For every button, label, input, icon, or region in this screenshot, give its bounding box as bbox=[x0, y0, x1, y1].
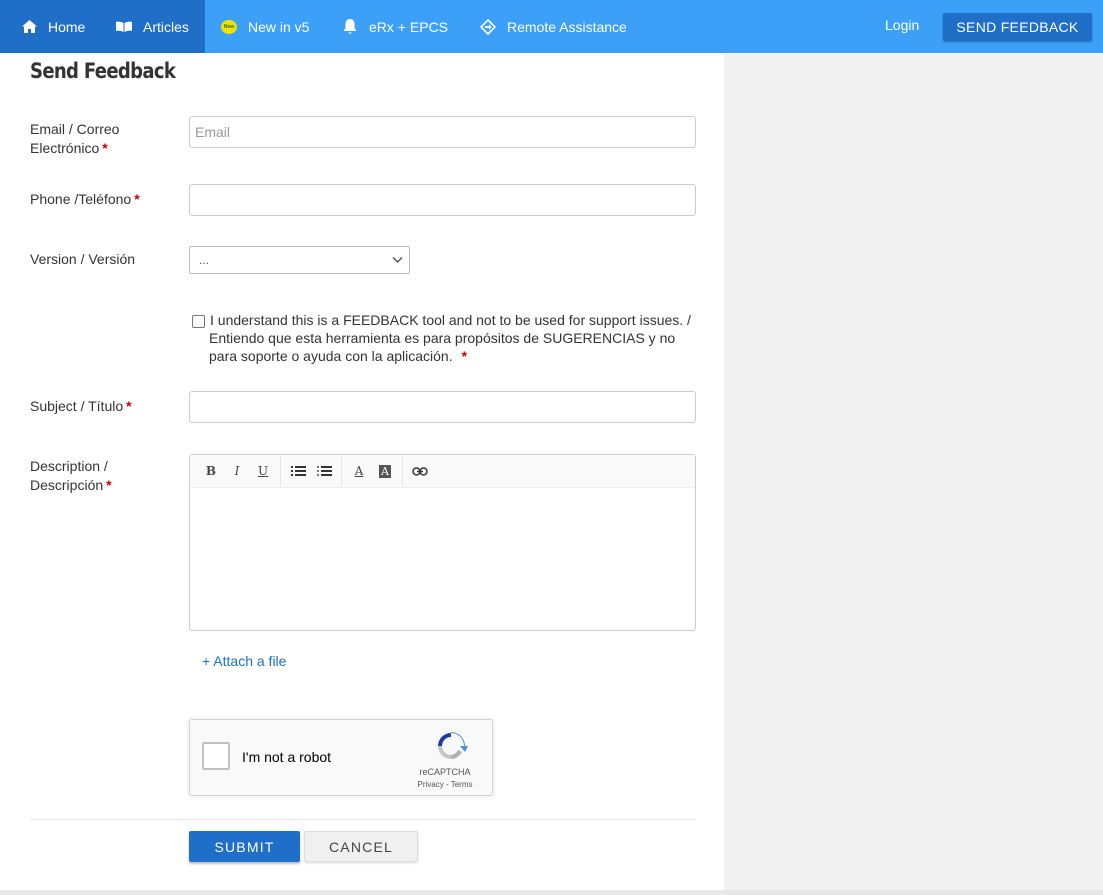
email-field[interactable] bbox=[189, 116, 696, 148]
new-badge-icon: New bbox=[220, 18, 238, 36]
required-mark: * bbox=[102, 140, 108, 156]
required-mark: * bbox=[134, 191, 140, 207]
italic-button[interactable]: I bbox=[224, 460, 250, 482]
version-select[interactable]: ... bbox=[189, 246, 410, 274]
description-label-line1: Description / bbox=[30, 458, 108, 474]
nav-articles-label: Articles bbox=[143, 18, 189, 35]
form-divider bbox=[30, 819, 696, 820]
ack-line2: Entiendo que esta herramienta es para pr… bbox=[209, 330, 676, 346]
page-bottom-border bbox=[0, 890, 1103, 895]
description-editor: B I U A A bbox=[189, 454, 696, 631]
login-link[interactable]: Login bbox=[885, 17, 919, 33]
email-label-line2: Electrónico bbox=[30, 140, 100, 156]
phone-field[interactable] bbox=[189, 184, 696, 216]
home-icon bbox=[20, 18, 38, 36]
chevron-down-icon bbox=[392, 254, 403, 268]
recaptcha-privacy-terms-links[interactable]: Privacy - Terms bbox=[410, 780, 480, 789]
diamond-arrow-icon bbox=[479, 18, 497, 36]
phone-label: Phone /Teléfono * bbox=[30, 190, 140, 209]
version-selected-value: ... bbox=[199, 253, 210, 267]
recaptcha-widget: I'm not a robot reCAPTCHA Privacy - Term… bbox=[189, 719, 493, 796]
toolbar-divider bbox=[280, 456, 281, 486]
background-color-button[interactable]: A bbox=[372, 460, 398, 482]
required-mark: * bbox=[461, 348, 468, 364]
subject-field[interactable] bbox=[189, 391, 696, 423]
description-label: Description / Descripción * bbox=[30, 457, 112, 495]
link-icon bbox=[412, 466, 428, 476]
required-mark: * bbox=[126, 398, 132, 414]
submit-button[interactable]: SUBMIT bbox=[189, 831, 300, 862]
email-label: Email / Correo Electrónico * bbox=[30, 120, 119, 158]
page-title: Send Feedback bbox=[30, 59, 176, 83]
email-label-line1: Email / Correo bbox=[30, 121, 120, 137]
ack-line3: para soporte o ayuda con la aplicación. bbox=[209, 348, 453, 364]
background-color-icon: A bbox=[379, 464, 391, 478]
feedback-form-panel: Send Feedback Email / Correo Electrónico… bbox=[0, 53, 724, 890]
nav-home[interactable]: Home Articles bbox=[0, 0, 205, 53]
link-button[interactable] bbox=[407, 460, 433, 482]
recaptcha-brand: reCAPTCHA bbox=[419, 767, 471, 777]
font-color-button[interactable]: A bbox=[346, 460, 372, 482]
subject-label-text: Subject / Título bbox=[30, 398, 124, 414]
underline-button[interactable]: U bbox=[250, 460, 276, 482]
subject-label: Subject / Título * bbox=[30, 397, 132, 416]
nav-erx-epcs[interactable]: eRx + EPCS bbox=[341, 0, 448, 53]
send-feedback-button[interactable]: SEND FEEDBACK bbox=[943, 13, 1092, 41]
description-textarea[interactable] bbox=[190, 488, 695, 630]
bullet-list-button[interactable] bbox=[285, 460, 311, 482]
book-icon bbox=[115, 18, 133, 36]
bell-icon bbox=[341, 18, 359, 36]
nav-new-label: New in v5 bbox=[248, 18, 310, 35]
nav-new-in-v5[interactable]: New New in v5 bbox=[220, 0, 309, 53]
toolbar-divider bbox=[341, 456, 342, 486]
nav-erx-label: eRx + EPCS bbox=[369, 18, 448, 35]
numbered-list-icon bbox=[316, 466, 332, 476]
bullet-list-icon bbox=[290, 466, 306, 476]
recaptcha-label: I'm not a robot bbox=[242, 749, 332, 765]
nav-home-label: Home bbox=[48, 18, 86, 35]
nav-remote-label: Remote Assistance bbox=[507, 18, 627, 35]
version-label: Version / Versión bbox=[30, 251, 136, 267]
attach-file-link[interactable]: + Attach a file bbox=[202, 653, 286, 669]
ack-text: I understand this is a FEEDBACK tool and… bbox=[209, 311, 699, 365]
toolbar-divider bbox=[402, 456, 403, 486]
required-mark: * bbox=[106, 477, 112, 493]
nav-remote-assistance[interactable]: Remote Assistance bbox=[479, 0, 627, 53]
ack-line1: I understand this is a FEEDBACK tool and… bbox=[210, 312, 691, 328]
recaptcha-logo-icon bbox=[434, 730, 468, 767]
top-nav: Home Articles New New in v5 eRx + EPCS R… bbox=[0, 0, 1103, 53]
editor-toolbar: B I U A A bbox=[190, 455, 695, 488]
bold-button[interactable]: B bbox=[198, 460, 224, 482]
nav-articles[interactable]: Articles bbox=[115, 18, 189, 36]
description-label-line2: Descripción bbox=[30, 477, 104, 493]
cancel-button[interactable]: CANCEL bbox=[304, 831, 418, 862]
ack-checkbox[interactable] bbox=[192, 315, 205, 328]
phone-label-text: Phone /Teléfono bbox=[30, 191, 132, 207]
recaptcha-checkbox[interactable] bbox=[202, 742, 230, 770]
numbered-list-button[interactable] bbox=[311, 460, 337, 482]
